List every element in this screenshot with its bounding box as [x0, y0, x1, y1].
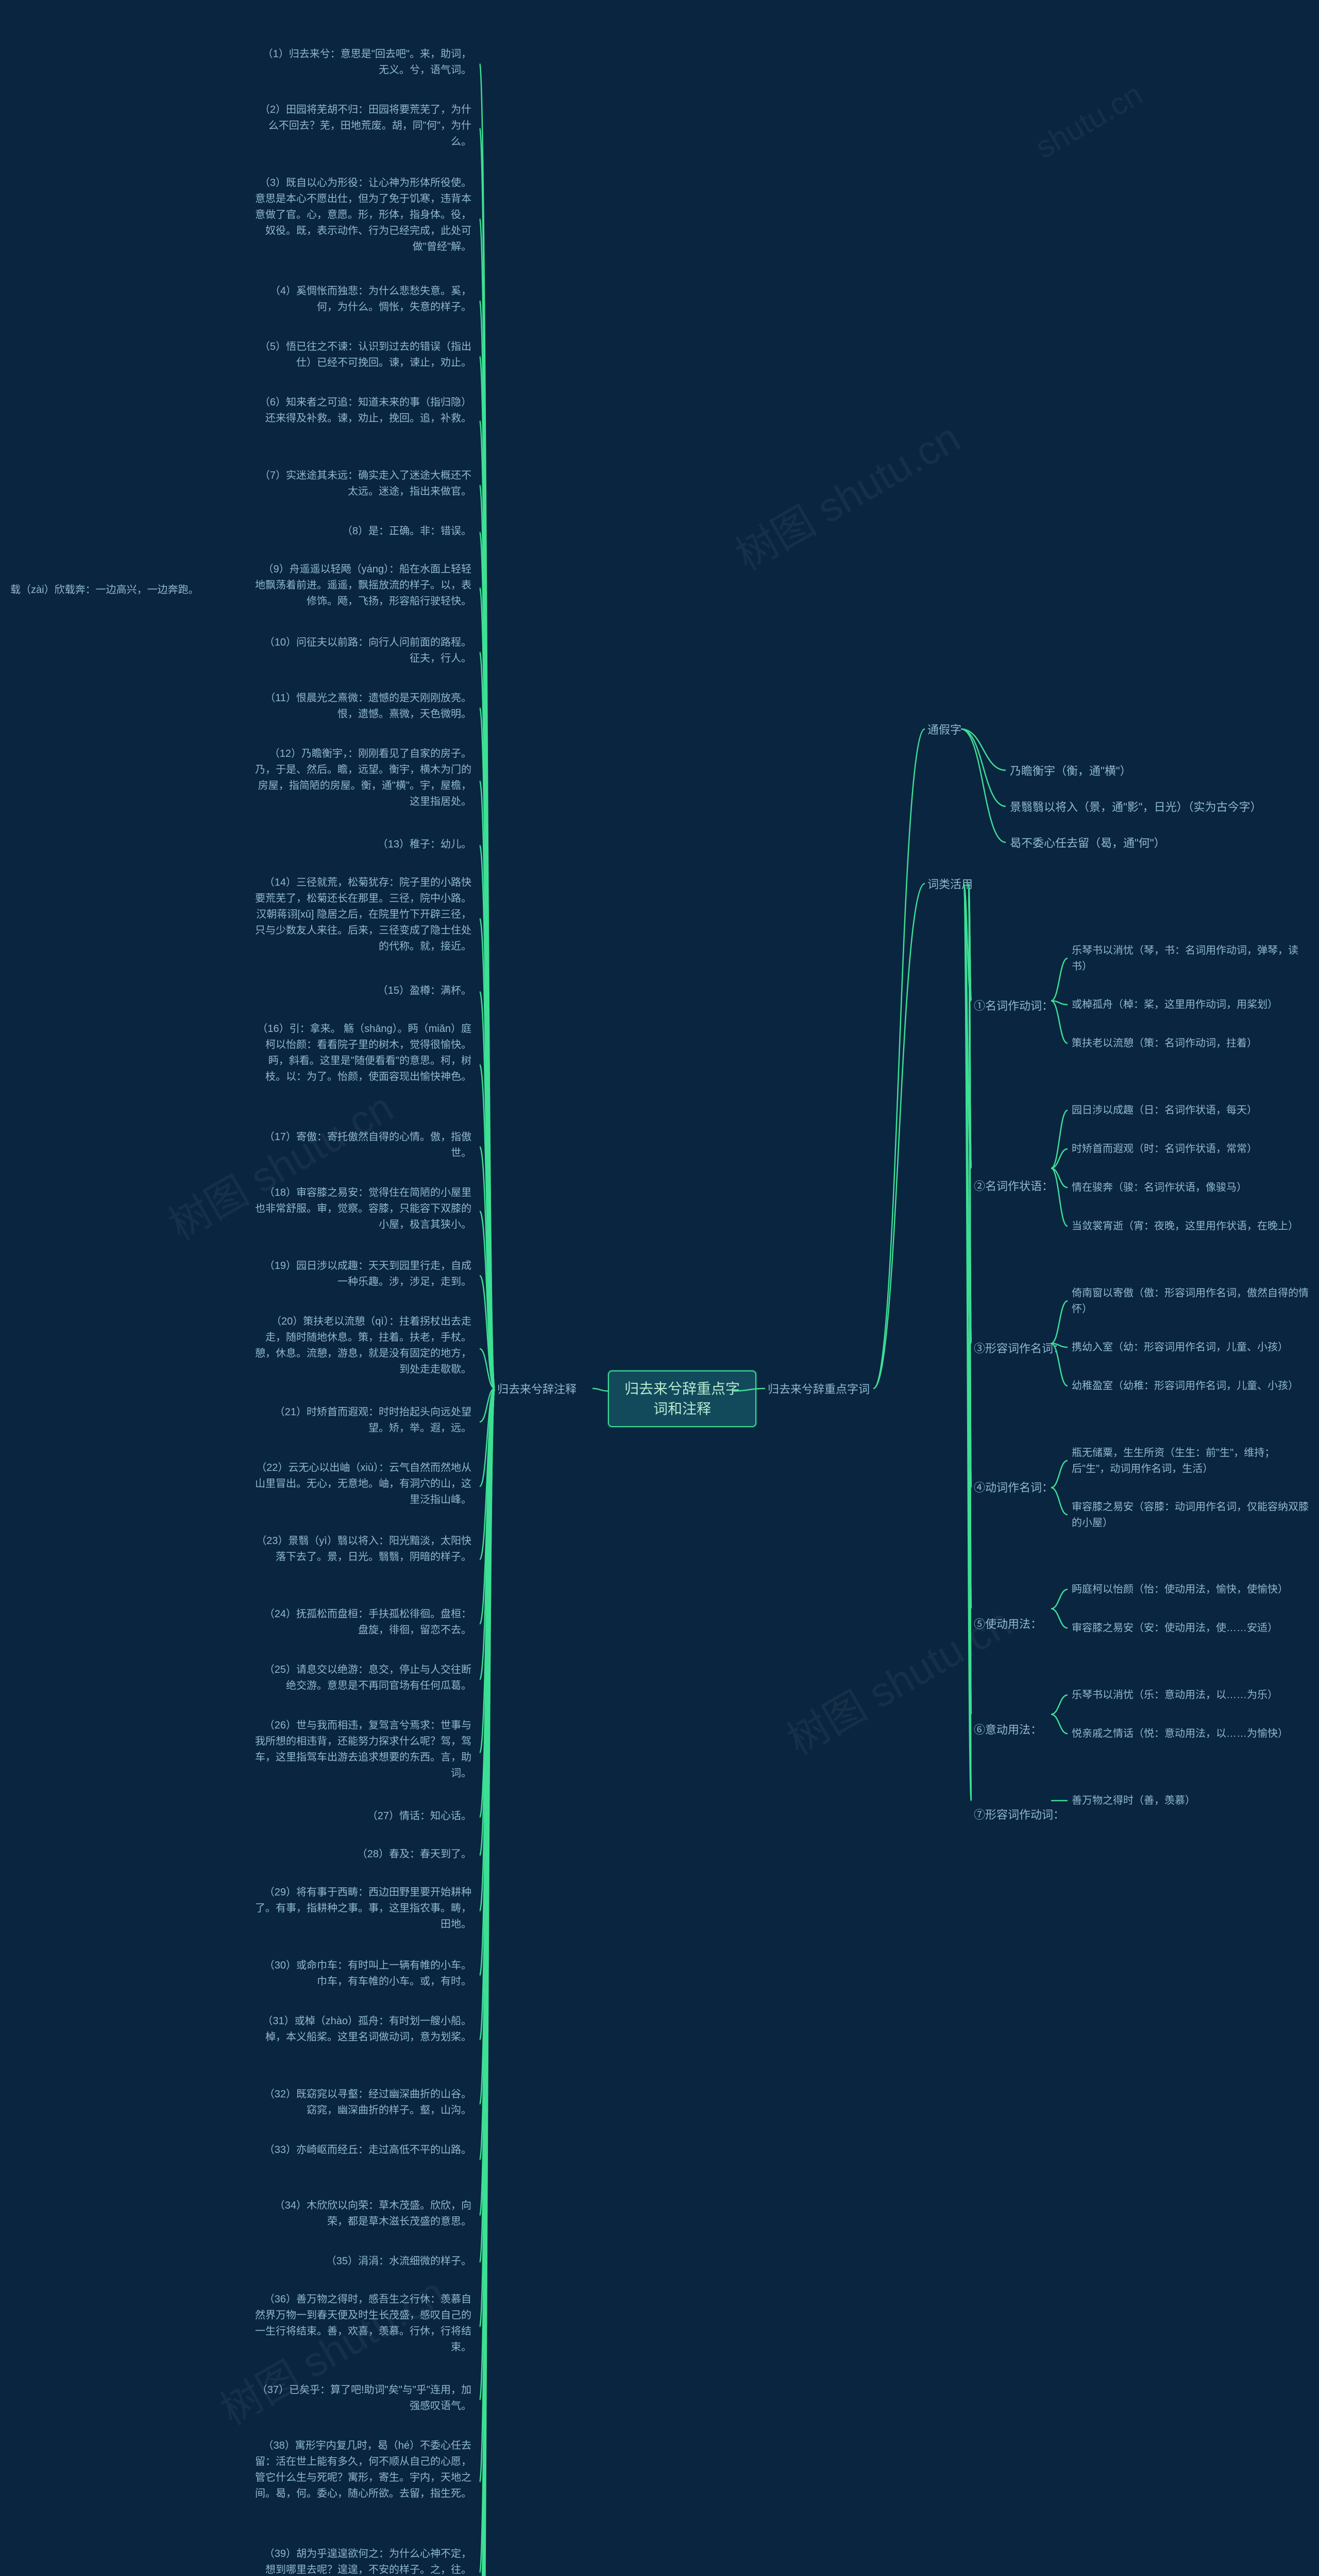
group-item[interactable]: 审容膝之易安（安：使动用法，使……安适） — [1072, 1620, 1278, 1636]
group-item[interactable]: 或棹孤舟（棹：桨，这里用作动词，用桨划） — [1072, 997, 1278, 1013]
tongjia-label[interactable]: 通假字 — [927, 721, 961, 739]
group-item[interactable]: 倚南窗以寄傲（傲：形容词用作名词，傲然自得的情怀） — [1072, 1285, 1309, 1317]
root-label: 归去来兮辞重点字词和注释 — [624, 1381, 740, 1417]
group-item[interactable]: 乐琴书以消忧（琴，书：名词用作动词，弹琴，读书） — [1072, 943, 1309, 975]
watermark: shutu.cn — [1029, 76, 1148, 165]
group-item[interactable]: 善万物之得时（善，羡慕） — [1072, 1793, 1195, 1809]
group-item[interactable]: 当敛裳宵逝（宵：夜晚，这里用作状语，在晚上） — [1072, 1218, 1298, 1234]
group-item[interactable]: 眄庭柯以怡颜（怡：使动用法，愉快，使愉快） — [1072, 1582, 1288, 1598]
left-item[interactable]: （35）涓涓：水流细微的样子。 — [255, 2253, 471, 2269]
group-label[interactable]: ⑦形容词作动词： — [974, 1806, 1064, 1822]
tongjia-item[interactable]: 景翳翳以将入（景，通"影"，日光）（实为古今字） — [1010, 799, 1262, 816]
group-item[interactable]: 乐琴书以消忧（乐：意动用法，以……为乐） — [1072, 1687, 1278, 1703]
watermark: 树图 shutu.cn — [723, 405, 969, 582]
left-item[interactable]: （18）审容膝之易安：觉得住在简陋的小屋里也非常舒服。审，觉察。容膝，只能容下双… — [255, 1185, 471, 1233]
group-item[interactable]: 策扶老以流憩（策：名词作动词，拄着） — [1072, 1036, 1257, 1052]
group-label[interactable]: ①名词作动词： — [974, 997, 1053, 1013]
left-item[interactable]: （19）园日涉以成趣：天天到园里行走，自成一种乐趣。涉，涉足，走到。 — [255, 1258, 471, 1290]
group-label[interactable]: ③形容词作名词： — [974, 1340, 1064, 1356]
left-item[interactable]: （28）春及：春天到了。 — [255, 1846, 471, 1862]
cilei-label[interactable]: 词类活用 — [927, 876, 973, 893]
left-branch-label[interactable]: 归去来兮辞注释 — [497, 1381, 577, 1398]
group-item[interactable]: 携幼入室（幼：形容词用作名词，儿童、小孩） — [1072, 1340, 1288, 1355]
left-item[interactable]: （5）悟已往之不谏：认识到过去的错误（指出仕）已经不可挽回。谏，谏止，劝止。 — [255, 339, 471, 371]
left-item[interactable]: （8）是：正确。非：错误。 — [255, 523, 471, 539]
tongjia-item[interactable]: 曷不委心任去留（曷，通"何"） — [1010, 835, 1165, 852]
left-item[interactable]: （32）既窈窕以寻壑：经过幽深曲折的山谷。窈窕，幽深曲折的样子。壑，山沟。 — [255, 2087, 471, 2119]
left-item[interactable]: （11）恨晨光之熹微：遗憾的是天刚刚放亮。恨，遗憾。熹微，天色微明。 — [255, 690, 471, 722]
left-item[interactable]: （26）世与我而相违，复驾言兮焉求：世事与我所想的相违背，还能努力探求什么呢？驾… — [255, 1718, 471, 1782]
root-node[interactable]: 归去来兮辞重点字词和注释 — [608, 1370, 756, 1427]
left-item[interactable]: （30）或命巾车：有时叫上一辆有帷的小车。巾车，有车帷的小车。或，有时。 — [255, 1958, 471, 1990]
group-label[interactable]: ⑥意动用法： — [974, 1721, 1042, 1737]
left-item[interactable]: （34）木欣欣以向荣：草木茂盛。欣欣，向荣，都是草木滋长茂盛的意思。 — [255, 2198, 471, 2230]
mindmap-canvas: 树图 shutu.cn 树图 shutu.cn 树图 shutu.cn 树图 s… — [0, 0, 1319, 2576]
left-item[interactable]: （36）善万物之得时，感吾生之行休：羡慕自然界万物一到春天便及时生长茂盛，感叹自… — [255, 2292, 471, 2355]
tongjia-item[interactable]: 乃瞻衡宇（衡，通"横"） — [1010, 762, 1131, 780]
right-branch-label[interactable]: 归去来兮辞重点字词 — [768, 1381, 870, 1398]
left-item[interactable]: （33）亦崎岖而经丘：走过高低不平的山路。 — [255, 2142, 471, 2158]
left-item[interactable]: （37）已矣乎：算了吧!助词"矣"与"乎"连用，加强感叹语气。 — [255, 2382, 471, 2414]
left-item[interactable]: （22）云无心以出岫（xiù）：云气自然而然地从山里冒出。无心，无意地。岫，有洞… — [255, 1460, 471, 1508]
left-item[interactable]: （9）舟遥遥以轻飏（yáng）：船在水面上轻轻地飘荡着前进。遥遥，飘摇放流的样子… — [255, 562, 471, 609]
left-item[interactable]: （21）时矫首而遐观：时时抬起头向远处望望。矫，举。遐，远。 — [255, 1404, 471, 1436]
left-item[interactable]: （29）将有事于西畴：西边田野里要开始耕种了。有事，指耕种之事。事，这里指农事。… — [255, 1885, 471, 1933]
group-item[interactable]: 园日涉以成趣（日：名词作状语，每天） — [1072, 1103, 1257, 1118]
left-item[interactable]: （25）请息交以绝游：息交，停止与人交往断绝交游。意思是不再同官场有任何瓜葛。 — [255, 1662, 471, 1694]
group-item[interactable]: 时矫首而遐观（时：名词作状语，常常） — [1072, 1141, 1257, 1157]
left-detached-node[interactable]: 载（zài）欣载奔：一边高兴，一边奔跑。 — [10, 582, 199, 598]
group-label[interactable]: ④动词作名词： — [974, 1479, 1053, 1495]
left-item[interactable]: （27）情话：知心话。 — [255, 1808, 471, 1824]
left-item[interactable]: （1）归去来兮：意思是"回去吧"。来，助词，无义。兮，语气词。 — [255, 46, 471, 78]
group-label[interactable]: ⑤使动用法： — [974, 1615, 1042, 1632]
left-item[interactable]: （38）寓形宇内复几时，曷（hé）不委心任去留：活在世上能有多久，何不顺从自己的… — [255, 2438, 471, 2502]
left-item[interactable]: （16）引：拿来。 觞（shāng）。眄（miǎn）庭柯以怡颜：看看院子里的树木… — [255, 1021, 471, 1085]
left-item[interactable]: （17）寄傲：寄托傲然自得的心情。傲，指傲世。 — [255, 1129, 471, 1161]
left-item[interactable]: （10）问征夫以前路：向行人问前面的路程。征夫，行人。 — [255, 635, 471, 667]
left-item[interactable]: （14）三径就荒，松菊犹存：院子里的小路快要荒芜了，松菊还长在那里。三径，院中小… — [255, 875, 471, 955]
left-item[interactable]: （24）抚孤松而盘桓：手扶孤松徘徊。盘桓：盘旋，徘徊，留恋不去。 — [255, 1606, 471, 1638]
left-item[interactable]: （2）田园将芜胡不归：田园将要荒芜了，为什么不回去？芜，田地荒废。胡，同"何"，… — [255, 102, 471, 150]
left-item[interactable]: （39）胡为乎遑遑欲何之：为什么心神不定，想到哪里去呢？遑遑，不安的样子。之，往… — [255, 2546, 471, 2576]
group-item[interactable]: 幼稚盈室（幼稚：形容词用作名词，儿童、小孩） — [1072, 1378, 1298, 1394]
left-item[interactable]: （15）盈樽：满杯。 — [255, 983, 471, 999]
group-item[interactable]: 情在骏奔（骏：名词作状语，像骏马） — [1072, 1180, 1247, 1196]
group-item[interactable]: 审容膝之易安（容膝：动词用作名词，仅能容纳双膝的小屋） — [1072, 1499, 1309, 1531]
left-item[interactable]: （23）景翳（yì）翳以将入：阳光黯淡，太阳快落下去了。景，日光。翳翳，阴暗的样… — [255, 1533, 471, 1565]
left-item[interactable]: （12）乃瞻衡宇，：刚刚看见了自家的房子。乃，于是、然后。瞻，远望。衡宇，横木为… — [255, 746, 471, 810]
left-item[interactable]: （20）策扶老以流憩（qì）：拄着拐杖出去走走，随时随地休息。策，拄着。扶老，手… — [255, 1314, 471, 1378]
left-item[interactable]: （13）稚子：幼儿。 — [255, 837, 471, 853]
left-item[interactable]: （3）既自以心为形役：让心神为形体所役使。意思是本心不愿出仕，但为了免于饥寒，违… — [255, 175, 471, 255]
group-item[interactable]: 瓶无储粟，生生所资（生生：前"生"，维持；后"生"，动词用作名词，生活） — [1072, 1445, 1309, 1477]
left-item[interactable]: （7）实迷途其未远：确实走入了迷途大概还不太远。迷途，指出来做官。 — [255, 468, 471, 500]
left-item[interactable]: （31）或棹（zhào）孤舟：有时划一艘小船。棹，本义船桨。这里名词做动词，意为… — [255, 2013, 471, 2045]
left-item[interactable]: （6）知来者之可追：知道未来的事（指归隐）还来得及补救。谏，劝止，挽回。追，补救… — [255, 395, 471, 427]
group-label[interactable]: ②名词作状语： — [974, 1177, 1053, 1194]
group-item[interactable]: 悦亲戚之情话（悦：意动用法，以……为愉快） — [1072, 1726, 1288, 1742]
left-item[interactable]: （4）奚惆怅而独悲：为什么悲愁失意。奚，何，为什么。惆怅，失意的样子。 — [255, 283, 471, 315]
